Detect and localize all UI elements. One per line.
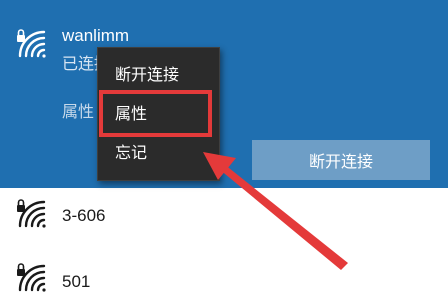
wifi-secured-icon — [17, 29, 46, 58]
network-name: 3-606 — [62, 206, 106, 225]
network-name: 501 — [62, 272, 91, 291]
wifi-secured-icon — [17, 263, 46, 292]
network-name: wanlimm — [62, 26, 130, 45]
context-menu: 断开连接 属性 忘记 — [97, 47, 220, 181]
network-item-3-606[interactable]: 3-606 — [0, 188, 448, 246]
wifi-network-list: wanlimm 已连接，安全 属性 断开连接 3-606 — [0, 0, 448, 308]
menu-item-disconnect[interactable]: 断开连接 — [98, 58, 219, 94]
disconnect-button[interactable]: 断开连接 — [252, 140, 430, 180]
wifi-secured-icon — [17, 199, 46, 228]
network-item-wanlimm[interactable]: wanlimm 已连接，安全 属性 断开连接 — [0, 0, 448, 190]
properties-link[interactable]: 属性 — [62, 98, 94, 122]
network-item-501[interactable]: 501 — [0, 246, 448, 308]
menu-item-properties[interactable]: 属性 — [98, 97, 219, 133]
menu-item-forget[interactable]: 忘记 — [98, 136, 219, 172]
